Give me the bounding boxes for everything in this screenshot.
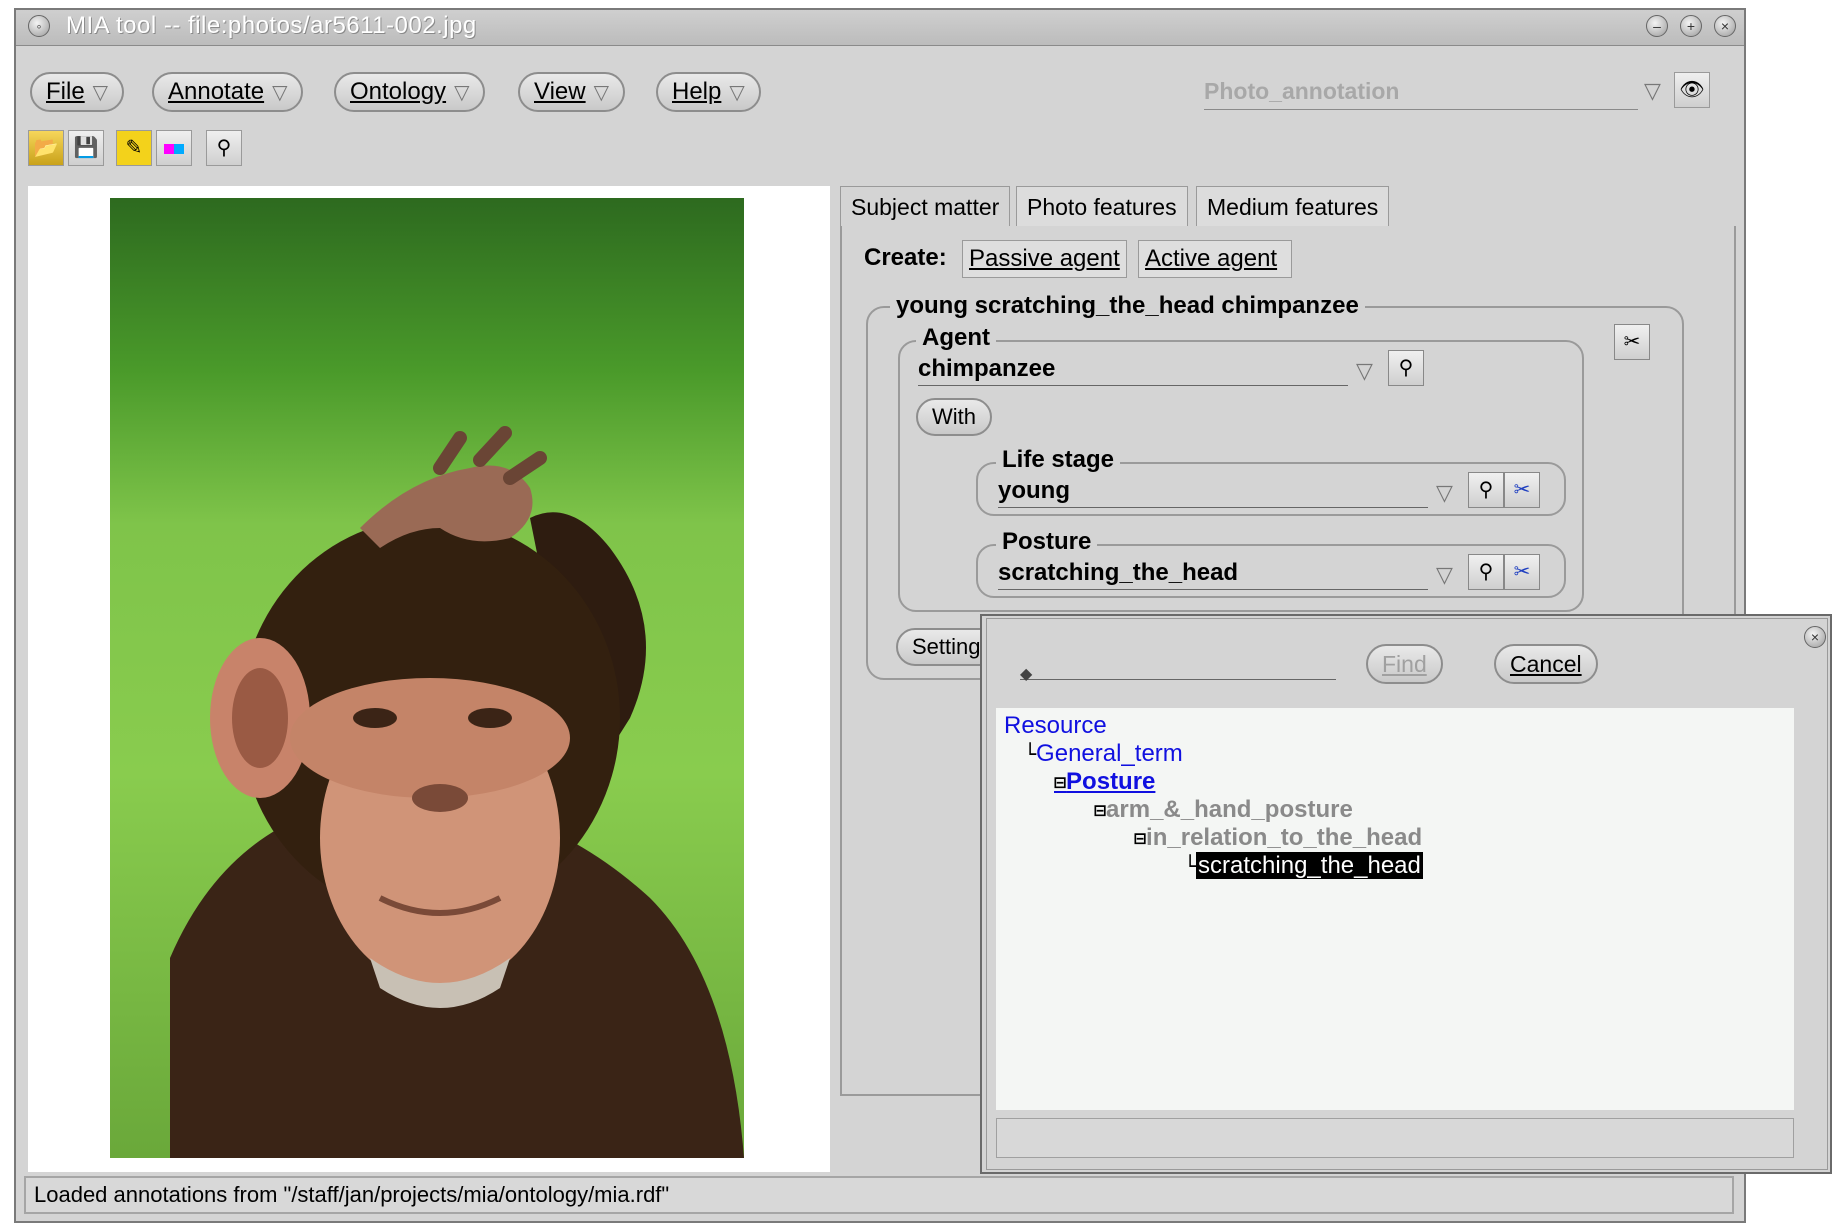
- menu-view[interactable]: View ▽: [518, 72, 625, 112]
- tab-subject-matter[interactable]: Subject matter: [840, 186, 1011, 226]
- active-agent-label: Active agent: [1145, 245, 1278, 272]
- tree-node-resource[interactable]: Resource: [1004, 712, 1107, 740]
- search-input[interactable]: [1020, 666, 1336, 680]
- dialog-status-field: [996, 1118, 1794, 1158]
- chevron-down-icon: ▽: [593, 82, 609, 104]
- chevron-down-icon: ▽: [272, 82, 288, 104]
- cut-icon[interactable]: ✂: [1504, 554, 1540, 590]
- tree-node-label: arm_&_hand_posture: [1106, 796, 1353, 823]
- chevron-down-icon: ▽: [92, 82, 109, 104]
- status-bar: Loaded annotations from "/staff/jan/proj…: [24, 1176, 1734, 1214]
- tree-node-label: Resource: [1004, 712, 1107, 739]
- active-agent-button[interactable]: Active agent: [1138, 240, 1293, 278]
- binoculars-icon[interactable]: ⚲: [1468, 472, 1504, 508]
- annotation-group-title: young scratching_the_head chimpanzee: [890, 292, 1365, 320]
- find-button[interactable]: Find: [1366, 644, 1443, 684]
- dialog-close-icon[interactable]: ×: [1804, 626, 1826, 648]
- menu-ontology[interactable]: Ontology ▽: [334, 72, 486, 112]
- agent-legend: Agent: [916, 324, 996, 352]
- menu-file[interactable]: File ▽: [30, 72, 125, 112]
- cancel-button[interactable]: Cancel: [1494, 644, 1598, 684]
- chimpanzee-illustration: [170, 426, 744, 1158]
- maximize-icon[interactable]: +: [1680, 15, 1702, 37]
- create-label: Create:: [864, 244, 947, 271]
- agent-combo[interactable]: chimpanzee: [918, 352, 1348, 386]
- save-icon[interactable]: 💾: [68, 130, 104, 166]
- passive-agent-label: Passive agent: [969, 245, 1120, 272]
- close-icon[interactable]: ×: [1714, 15, 1736, 37]
- find-icon[interactable]: ⚲: [206, 130, 242, 166]
- tree-node-arm-hand-posture[interactable]: ⊟arm_&_hand_posture: [1094, 796, 1353, 824]
- cancel-button-label: Cancel: [1510, 651, 1582, 677]
- cut-icon[interactable]: ✂: [1614, 324, 1650, 360]
- chevron-down-icon[interactable]: ▽: [1436, 562, 1453, 588]
- binoculars-icon[interactable]: ⚲: [1468, 554, 1504, 590]
- chevron-down-icon: ▽: [729, 82, 745, 104]
- life-stage-combo[interactable]: young: [998, 474, 1428, 508]
- tree-node-label: Posture: [1066, 768, 1156, 795]
- menu-help-label: Help: [672, 78, 722, 105]
- expand-toggle-icon[interactable]: ⊟: [1134, 826, 1146, 850]
- minimize-icon[interactable]: –: [1646, 15, 1668, 37]
- tree-node-posture[interactable]: ⊟Posture: [1054, 768, 1155, 796]
- expand-toggle-icon[interactable]: ⊟: [1094, 798, 1106, 822]
- menu-help[interactable]: Help ▽: [656, 72, 761, 112]
- posture-combo[interactable]: scratching_the_head: [998, 556, 1428, 590]
- tab-medium-features[interactable]: Medium features: [1196, 186, 1390, 226]
- expand-toggle-icon[interactable]: ⊟: [1054, 770, 1066, 794]
- chevron-down-icon[interactable]: ▽: [1644, 78, 1661, 104]
- tree-connector: └: [1024, 742, 1037, 766]
- menu-ontology-label: Ontology: [350, 78, 447, 105]
- cut-icon[interactable]: ✂: [1504, 472, 1540, 508]
- open-folder-icon[interactable]: 📂: [28, 130, 64, 166]
- posture-legend: Posture: [996, 528, 1098, 556]
- binoculars-icon[interactable]: 👁: [1674, 72, 1710, 108]
- binoculars-icon[interactable]: ⚲: [1388, 350, 1424, 386]
- tree-node-in-relation-to-the-head[interactable]: ⊟in_relation_to_the_head: [1134, 824, 1422, 852]
- tree-node-general-term[interactable]: └General_term: [1024, 740, 1183, 768]
- chevron-down-icon[interactable]: ▽: [1356, 358, 1373, 384]
- chevron-down-icon: ▽: [454, 82, 470, 104]
- find-button-label: Find: [1382, 651, 1427, 677]
- color-features-icon[interactable]: [156, 130, 192, 166]
- menu-file-label: File: [46, 78, 85, 105]
- chimpanzee-photo: [110, 198, 744, 1158]
- tab-photo-features[interactable]: Photo features: [1016, 186, 1188, 226]
- tree-node-label-selected: scratching_the_head: [1196, 852, 1423, 879]
- passive-agent-button[interactable]: Passive agent: [962, 240, 1127, 278]
- chevron-down-icon[interactable]: ▽: [1436, 480, 1453, 506]
- annotate-image-icon[interactable]: ✎: [116, 130, 152, 166]
- annotation-type-combo[interactable]: Photo_annotation: [1204, 74, 1638, 110]
- menu-view-label: View: [534, 78, 586, 105]
- life-stage-legend: Life stage: [996, 446, 1121, 474]
- menu-annotate-label: Annotate: [168, 78, 265, 105]
- tree-node-label: in_relation_to_the_head: [1146, 824, 1423, 851]
- tree-connector: └: [1184, 854, 1197, 878]
- menu-annotate[interactable]: Annotate ▽: [152, 72, 304, 112]
- with-button[interactable]: With: [916, 398, 992, 436]
- window-title: MIA tool -- file:photos/ar5611-002.jpg: [66, 12, 477, 39]
- tree-node-label: General_term: [1036, 740, 1183, 767]
- cursor-icon: ◆: [1020, 666, 1033, 683]
- tree-node-scratching-the-head[interactable]: └scratching_the_head: [1184, 852, 1423, 880]
- window-menu-icon[interactable]: ◦: [28, 15, 50, 37]
